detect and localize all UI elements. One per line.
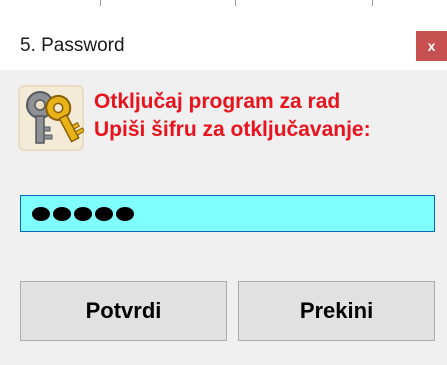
password-mask-dot [116,206,134,221]
background-window-edge [0,0,447,18]
edge-tick [235,0,236,6]
edge-tick [372,0,373,6]
edge-tick [100,0,101,6]
password-prompt: Upiši šifru za otključavanje: [94,118,371,141]
confirm-button[interactable]: Potvrdi [20,281,227,341]
unlock-heading: Otključaj program za rad [94,90,341,113]
password-mask-dot [74,206,92,221]
title-bar[interactable]: 5. Password x [0,18,447,70]
password-field[interactable] [20,195,435,232]
keys-icon [18,85,84,151]
close-icon: x [427,38,436,54]
password-mask-dot [53,206,71,221]
dialog-body: Otključaj program za rad Upiši šifru za … [0,70,447,365]
password-mask-dot [95,206,113,221]
cancel-button[interactable]: Prekini [238,281,435,341]
close-button[interactable]: x [416,31,447,61]
password-dialog: 5. Password x Otključaj program za rad U… [0,0,447,365]
window-title: 5. Password [20,35,125,56]
password-mask-dot [32,206,50,221]
